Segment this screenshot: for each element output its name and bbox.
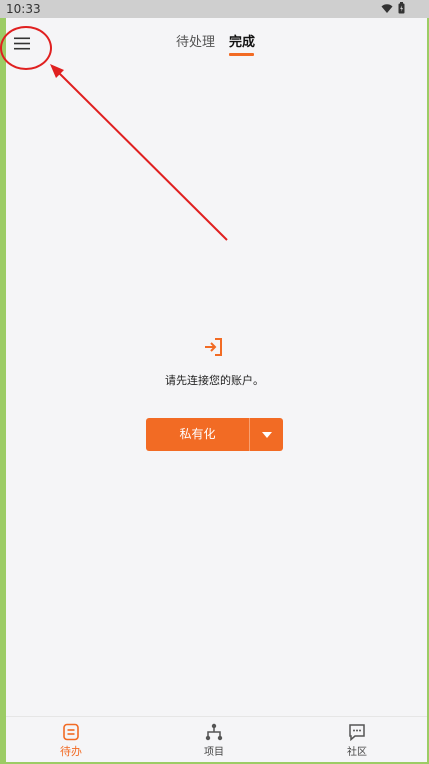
- nav-community-label: 社区: [347, 747, 367, 758]
- todo-icon: [63, 723, 79, 741]
- status-bar: 10:33: [0, 0, 429, 18]
- private-deploy-button[interactable]: 私有化: [146, 418, 249, 451]
- active-tab-indicator: [229, 53, 254, 56]
- project-tree-icon: [205, 723, 223, 741]
- bottom-navigation: 待办 项目 社区: [6, 716, 427, 762]
- sign-in-icon: [205, 338, 222, 356]
- chat-bubble-icon: [349, 724, 365, 741]
- battery-icon: [398, 2, 405, 14]
- annotation-circle: [0, 26, 52, 70]
- nav-project-label: 项目: [204, 747, 224, 758]
- nav-project[interactable]: 项目: [184, 723, 244, 758]
- tab-bar: 待处理 完成: [0, 33, 429, 59]
- nav-community[interactable]: 社区: [327, 723, 387, 758]
- caret-down-icon: [261, 431, 272, 438]
- wifi-icon: [381, 3, 393, 13]
- dropdown-toggle[interactable]: [250, 418, 283, 451]
- nav-todo[interactable]: 待办: [41, 723, 101, 759]
- tab-pending[interactable]: 待处理: [176, 33, 215, 59]
- nav-todo-label: 待办: [60, 745, 82, 758]
- status-time: 10:33: [6, 2, 41, 16]
- private-deploy-split-button: 私有化: [146, 418, 283, 451]
- status-icons: [381, 2, 405, 14]
- connect-account-message: 请先连接您的账户。: [165, 374, 264, 387]
